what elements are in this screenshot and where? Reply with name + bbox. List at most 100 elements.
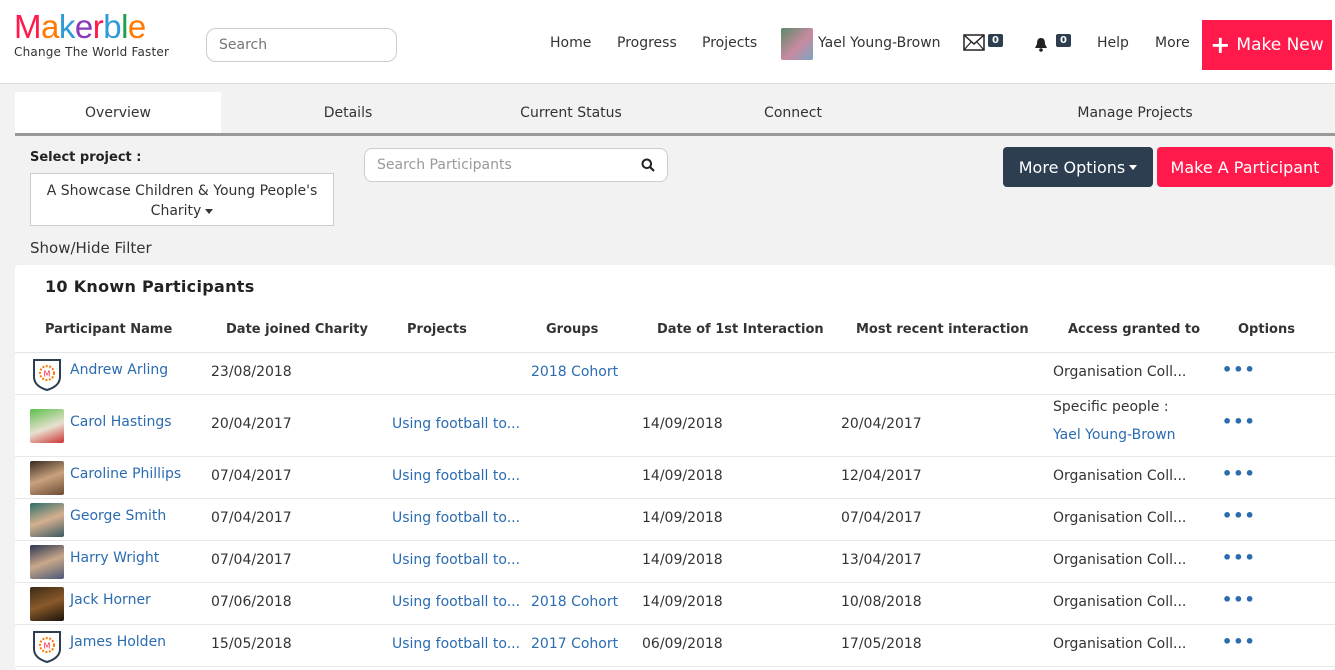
row-options-icon[interactable]: •••: [1222, 548, 1256, 567]
user-name-link[interactable]: Yael Young-Brown: [818, 35, 941, 51]
table-row[interactable]: M Andrew Arling 23/08/2018 2018 Cohort Organ…: [15, 353, 1335, 395]
row-options-icon[interactable]: •••: [1222, 590, 1256, 609]
project-select-dropdown[interactable]: A Showcase Children & Young People's Cha…: [30, 173, 334, 226]
date-joined: 07/04/2017: [211, 510, 292, 526]
participant-name-link[interactable]: Carol Hastings: [70, 414, 172, 430]
access-person-link[interactable]: Yael Young-Brown: [1053, 427, 1176, 443]
participant-name-link[interactable]: Caroline Phillips: [70, 466, 181, 482]
first-interaction-date: 06/09/2018: [642, 636, 723, 652]
notifications-count-badge: 0: [1056, 34, 1071, 47]
column-header-options: Options: [1238, 322, 1295, 337]
column-header-access[interactable]: Access granted to: [1068, 322, 1200, 337]
bell-icon[interactable]: [1033, 37, 1049, 56]
participant-photo[interactable]: [30, 409, 64, 443]
tab-current-status[interactable]: Current Status: [468, 92, 674, 133]
tab-details[interactable]: Details: [245, 92, 451, 133]
column-header-recent-interaction[interactable]: Most recent interaction: [856, 322, 1029, 337]
row-options-icon[interactable]: •••: [1222, 632, 1256, 651]
participant-name-link[interactable]: George Smith: [70, 508, 166, 524]
tab-connect[interactable]: Connect: [690, 92, 896, 133]
table-row[interactable]: Carol Hastings 20/04/2017 Using football t…: [15, 395, 1335, 457]
first-interaction-date: 14/09/2018: [642, 416, 723, 432]
nav-home[interactable]: Home: [550, 35, 591, 51]
group-link[interactable]: 2017 Cohort: [531, 636, 618, 652]
nav-more[interactable]: More: [1155, 35, 1190, 51]
participant-photo[interactable]: [30, 587, 64, 621]
project-link[interactable]: Using football to...: [392, 468, 520, 484]
search-icon[interactable]: [641, 158, 655, 172]
access-granted-text: Organisation Coll...: [1053, 636, 1187, 652]
access-granted-text: Organisation Coll...: [1053, 364, 1187, 380]
access-granted-text: Specific people :: [1053, 399, 1169, 415]
makerble-shield-avatar[interactable]: M: [30, 357, 64, 392]
access-granted-text: Organisation Coll...: [1053, 552, 1187, 568]
project-link[interactable]: Using football to...: [392, 594, 520, 610]
recent-interaction-date: 10/08/2018: [841, 594, 922, 610]
messages-count-badge: 0: [988, 34, 1003, 47]
participant-photo[interactable]: [30, 461, 64, 495]
project-link[interactable]: Using football to...: [392, 416, 520, 432]
project-link[interactable]: Using football to...: [392, 636, 520, 652]
nav-projects[interactable]: Projects: [702, 35, 757, 51]
participant-photo[interactable]: [30, 545, 64, 579]
participant-name-link[interactable]: James Holden: [70, 634, 166, 650]
access-granted-text: Organisation Coll...: [1053, 594, 1187, 610]
participant-name-link[interactable]: Andrew Arling: [70, 362, 168, 378]
nav-help[interactable]: Help: [1097, 35, 1129, 51]
column-header-name[interactable]: Participant Name: [45, 322, 172, 337]
participant-photo[interactable]: [30, 503, 64, 537]
plus-icon: +: [1210, 31, 1231, 59]
table-row[interactable]: George Smith 07/04/2017 Using football to.…: [15, 499, 1335, 541]
column-header-groups[interactable]: Groups: [546, 322, 598, 337]
date-joined: 07/06/2018: [211, 594, 292, 610]
recent-interaction-date: 13/04/2017: [841, 552, 922, 568]
group-link[interactable]: 2018 Cohort: [531, 594, 618, 610]
column-header-first-interaction[interactable]: Date of 1st Interaction: [657, 322, 824, 337]
caret-down-icon: [1129, 164, 1138, 170]
row-options-icon[interactable]: •••: [1222, 360, 1256, 379]
first-interaction-date: 14/09/2018: [642, 510, 723, 526]
makerble-logo[interactable]: Makerble Change The World Faster: [14, 10, 170, 60]
tab-overview[interactable]: Overview: [15, 92, 221, 133]
svg-text:M: M: [44, 370, 51, 379]
project-select-line2: Charity: [150, 203, 202, 219]
date-joined: 15/05/2018: [211, 636, 292, 652]
global-search-input[interactable]: [206, 28, 397, 62]
table-row[interactable]: Caroline Phillips 07/04/2017 Using footbal…: [15, 457, 1335, 499]
access-granted-text: Organisation Coll...: [1053, 468, 1187, 484]
date-joined: 20/04/2017: [211, 416, 292, 432]
access-granted-text: Organisation Coll...: [1053, 510, 1187, 526]
page-tabs: Overview Details Current Status Connect …: [15, 92, 1335, 136]
recent-interaction-date: 12/04/2017: [841, 468, 922, 484]
recent-interaction-date: 17/05/2018: [841, 636, 922, 652]
envelope-icon[interactable]: [963, 34, 985, 55]
table-row[interactable]: M James Holden 15/05/2018 Using football to…: [15, 625, 1335, 667]
participant-name-link[interactable]: Jack Horner: [70, 592, 151, 608]
nav-progress[interactable]: Progress: [617, 35, 677, 51]
make-new-button[interactable]: + Make New: [1202, 20, 1332, 70]
project-link[interactable]: Using football to...: [392, 510, 520, 526]
participant-search-input[interactable]: Search Participants: [364, 148, 668, 182]
select-project-label: Select project :: [30, 150, 142, 165]
show-hide-filter-link[interactable]: Show/Hide Filter: [30, 239, 152, 257]
group-link[interactable]: 2018 Cohort: [531, 364, 618, 380]
first-interaction-date: 14/09/2018: [642, 552, 723, 568]
column-header-date-joined[interactable]: Date joined Charity: [226, 322, 368, 337]
table-row[interactable]: Jack Horner 07/06/2018 Using football to..…: [15, 583, 1335, 625]
table-row[interactable]: Harry Wright 07/04/2017 Using football to.…: [15, 541, 1335, 583]
participants-panel: 10 Known Participants Participant Name D…: [15, 265, 1335, 670]
date-joined: 07/04/2017: [211, 552, 292, 568]
logo-tagline: Change The World Faster: [14, 45, 170, 59]
column-header-projects[interactable]: Projects: [407, 322, 467, 337]
caret-down-icon: [205, 208, 214, 214]
makerble-shield-avatar[interactable]: M: [30, 629, 64, 664]
more-options-button[interactable]: More Options: [1003, 147, 1153, 187]
row-options-icon[interactable]: •••: [1222, 464, 1256, 483]
tab-manage-projects[interactable]: Manage Projects: [1032, 92, 1238, 133]
row-options-icon[interactable]: •••: [1222, 412, 1256, 431]
make-participant-button[interactable]: Make A Participant: [1157, 147, 1333, 187]
row-options-icon[interactable]: •••: [1222, 506, 1256, 525]
participant-name-link[interactable]: Harry Wright: [70, 550, 159, 566]
project-link[interactable]: Using football to...: [392, 552, 520, 568]
user-avatar[interactable]: [781, 28, 813, 60]
